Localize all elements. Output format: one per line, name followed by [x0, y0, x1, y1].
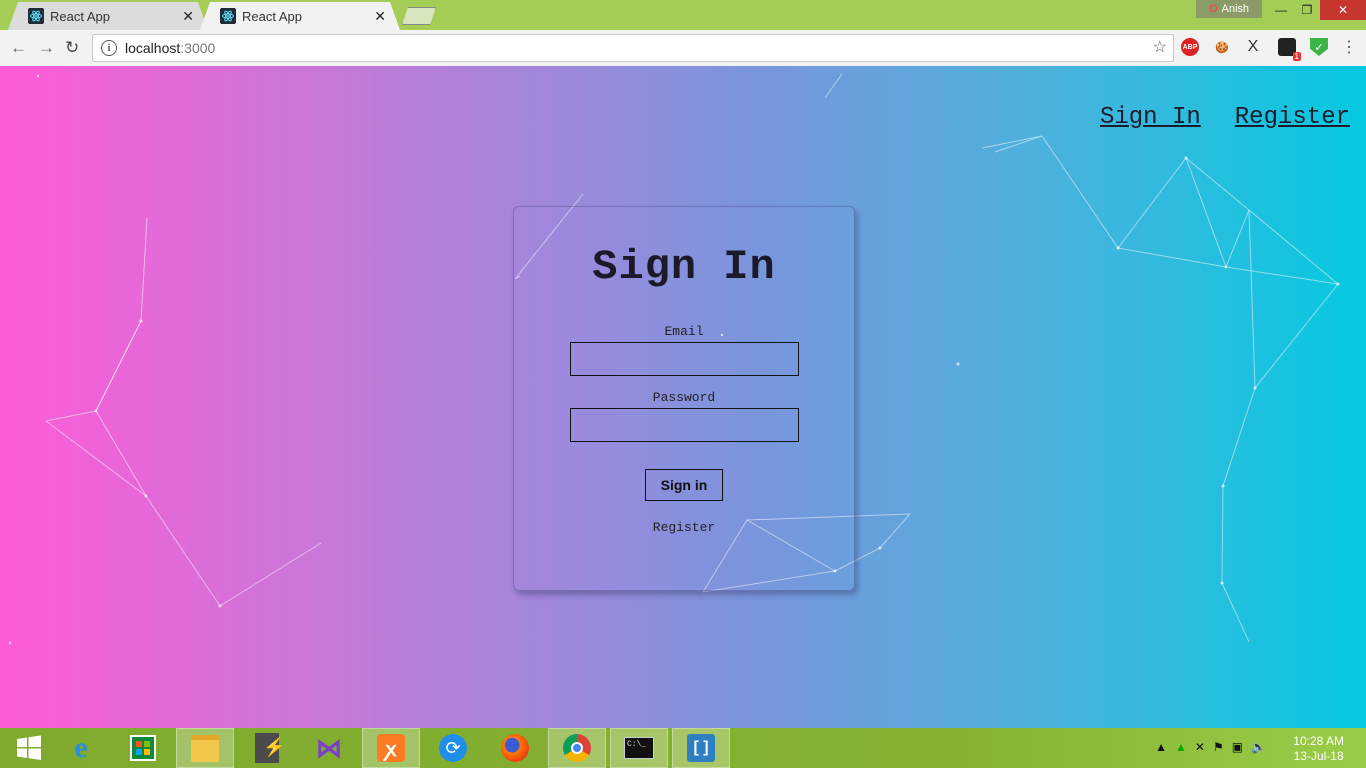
register-link[interactable]: Register [514, 520, 854, 535]
password-label: Password [652, 390, 716, 405]
tab-title: React App [242, 8, 302, 24]
power-icon[interactable]: ▣ [1232, 740, 1243, 754]
firefox-icon[interactable] [486, 728, 544, 768]
network-status-icon[interactable]: ✕ [1195, 740, 1205, 754]
tab-close-icon[interactable]: ✕ [374, 8, 386, 25]
sign-in-button[interactable]: Sign in [645, 469, 723, 501]
cmd-icon[interactable]: C:\_ [610, 728, 668, 768]
tab-title: React App [50, 8, 110, 24]
sync-icon[interactable]: ⟳ [424, 728, 482, 768]
profile-button[interactable]: ʘ Anish [1196, 0, 1262, 18]
address-bar[interactable]: i localhost:3000 ☆ [92, 34, 1174, 62]
page-background: Sign In Register Sign In Email Password … [0, 66, 1366, 728]
minimize-icon[interactable]: — [1268, 0, 1294, 20]
bookmark-star-icon[interactable]: ☆ [1153, 37, 1167, 57]
notification-badge: 1 [1292, 52, 1301, 61]
sublime-icon[interactable]: ⚡ [238, 728, 296, 768]
x-extension-icon[interactable]: X [1244, 38, 1262, 56]
green-triangle-icon[interactable]: ▲ [1175, 740, 1187, 754]
email-label: Email [664, 324, 704, 339]
top-navigation: Sign In Register [1100, 104, 1350, 131]
visual-studio-icon[interactable]: ⋈ [300, 728, 358, 768]
email-field[interactable] [569, 342, 799, 376]
nav-sign-in-link[interactable]: Sign In [1100, 104, 1201, 131]
start-icon[interactable] [0, 728, 58, 768]
clock[interactable]: 10:28 AM 13-Jul-18 [1293, 734, 1344, 764]
password-field[interactable] [569, 408, 799, 442]
url-port: :3000 [180, 40, 216, 56]
info-icon[interactable]: i [101, 40, 117, 56]
url-host: localhost [125, 40, 181, 56]
xampp-icon[interactable]: ꭗ [362, 728, 420, 768]
tab-close-icon[interactable]: ✕ [182, 8, 194, 25]
internet-explorer-icon[interactable]: e [52, 728, 110, 768]
cookie-icon[interactable]: 🍪 [1213, 38, 1231, 56]
clock-date: 13-Jul-18 [1293, 749, 1344, 763]
back-icon[interactable]: ← [10, 38, 27, 58]
system-tray: ▲ ▲ ✕ ⚑ ▣ 🔈 [1155, 740, 1266, 754]
volume-icon[interactable]: 🔈 [1251, 740, 1266, 754]
nav-register-link[interactable]: Register [1235, 104, 1350, 131]
react-favicon-icon [28, 8, 44, 24]
shield-check-icon[interactable]: ✓ [1310, 38, 1328, 56]
profile-icon: ʘ [1208, 3, 1218, 15]
reload-icon[interactable]: ↻ [65, 38, 79, 58]
clock-time: 10:28 AM [1293, 734, 1344, 748]
profile-name: Anish [1221, 3, 1250, 15]
store-icon[interactable] [114, 728, 172, 768]
new-tab-button[interactable] [402, 7, 436, 25]
restore-icon[interactable]: ❐ [1294, 0, 1320, 20]
taskbar: e ⚡ ⋈ ꭗ ⟳ C:\_ [ ] ▲ ▲ ✕ ⚑ ▣ 🔈 10:28 AM … [0, 728, 1366, 768]
menu-kebab-icon[interactable]: ⋮ [1340, 38, 1358, 56]
forward-icon[interactable]: → [38, 38, 55, 58]
show-hidden-icons[interactable]: ▲ [1155, 740, 1167, 754]
notification-extension-icon[interactable]: 1 [1278, 38, 1301, 61]
tab-react-app-1[interactable]: React App ✕ [8, 2, 208, 30]
chrome-icon[interactable] [548, 728, 606, 768]
sign-in-card: Sign In Email Password Sign in Register [513, 206, 855, 591]
browser-toolbar: ← → ↻ i localhost:3000 ☆ ABP 🍪 X 1 ✓ ⋮ [0, 30, 1366, 67]
abp-icon[interactable]: ABP [1181, 38, 1199, 56]
react-favicon-icon [220, 8, 236, 24]
flag-icon[interactable]: ⚑ [1213, 740, 1224, 754]
file-explorer-icon[interactable] [176, 728, 234, 768]
card-title: Sign In [592, 243, 776, 291]
brackets-icon[interactable]: [ ] [672, 728, 730, 768]
close-window-icon[interactable]: ✕ [1320, 0, 1366, 20]
tab-bar: React App ✕ React App ✕ ʘ Anish — ❐ ✕ [0, 0, 1366, 30]
tab-react-app-2[interactable]: React App ✕ [200, 2, 400, 30]
